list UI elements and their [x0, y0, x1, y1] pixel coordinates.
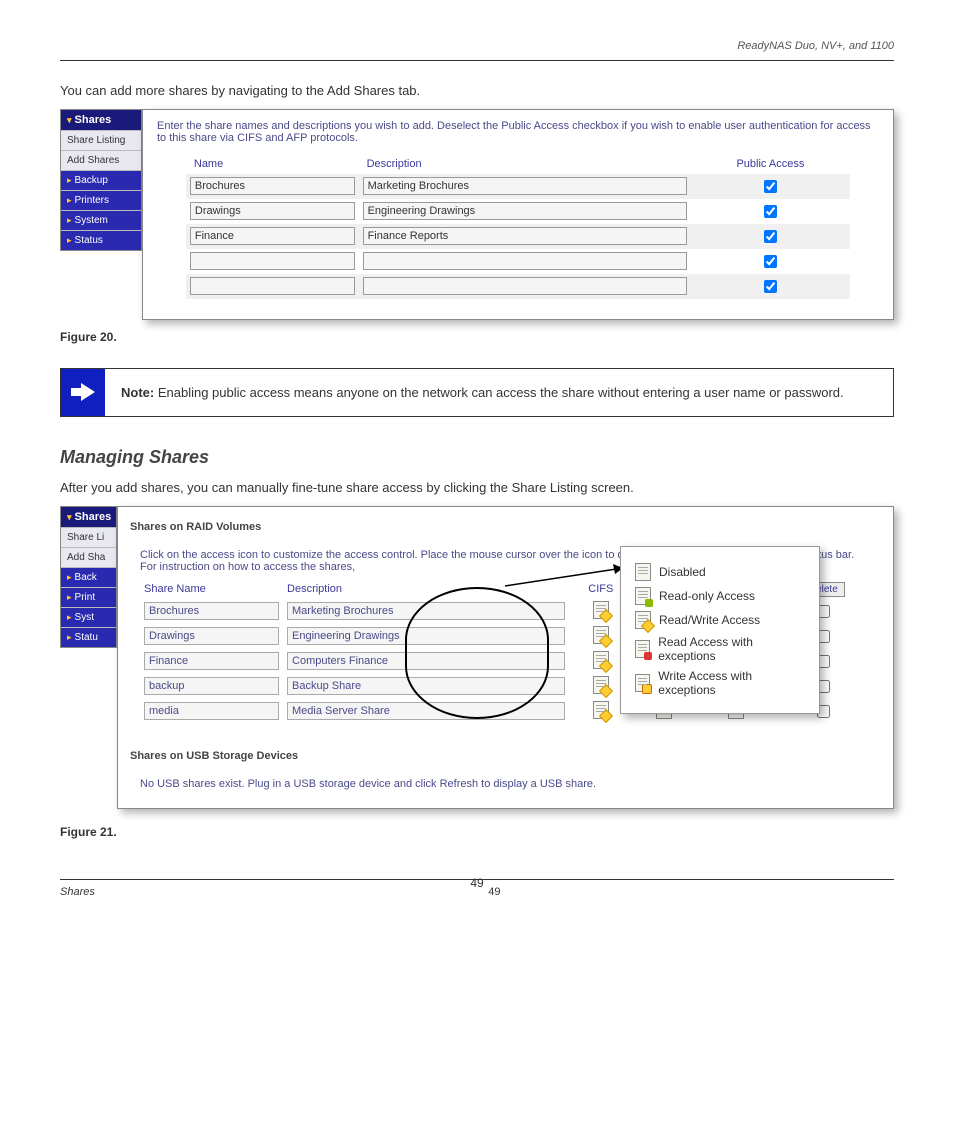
desc-input[interactable]: [363, 277, 687, 295]
footer-section: Shares: [60, 886, 95, 898]
note-arrow-icon: [61, 369, 105, 417]
add-row: [186, 249, 850, 274]
disabled-icon: [635, 563, 651, 581]
nav-head: ▾Shares: [61, 507, 116, 527]
add-shares-panel: Enter the share names and descriptions y…: [142, 109, 894, 320]
pub-checkbox[interactable]: [764, 180, 777, 193]
raid-section-title: Shares on RAID Volumes: [130, 521, 881, 533]
pub-checkbox[interactable]: [764, 205, 777, 218]
col-desc: Description: [359, 154, 691, 174]
header-rule: [60, 60, 894, 61]
nav-head: ▾Shares: [61, 110, 141, 130]
desc-input[interactable]: [363, 202, 687, 220]
pub-checkbox[interactable]: [764, 255, 777, 268]
page-number-center: 49: [60, 876, 894, 890]
desc-input[interactable]: [363, 252, 687, 270]
cifs-icon[interactable]: [593, 601, 609, 619]
running-header: ReadyNAS Duo, NV+, and 1100: [60, 40, 894, 52]
name-input[interactable]: [190, 177, 355, 195]
add-row: [186, 199, 850, 224]
nav-share-listing[interactable]: Share Li: [61, 527, 116, 547]
add-row: [186, 274, 850, 299]
add-row: [186, 174, 850, 199]
read-except-icon: [635, 640, 650, 658]
access-legend: Disabled Read-only Access Read/Write Acc…: [620, 546, 820, 714]
usb-section-title: Shares on USB Storage Devices: [130, 750, 881, 762]
readwrite-icon: [635, 611, 651, 629]
cifs-icon[interactable]: [593, 651, 609, 669]
desc-input[interactable]: [363, 227, 687, 245]
name-input[interactable]: [190, 227, 355, 245]
pub-checkbox[interactable]: [764, 230, 777, 243]
figure-21-label: Figure 21.: [60, 825, 894, 839]
cifs-icon[interactable]: [593, 676, 609, 694]
callout-arrow: [505, 566, 635, 596]
write-except-icon: [635, 674, 650, 692]
col-name: Name: [186, 154, 359, 174]
nav-backup[interactable]: ▸Backup: [61, 170, 141, 190]
nav-add-shares[interactable]: Add Sha: [61, 547, 116, 567]
nav-status[interactable]: ▸Status: [61, 230, 141, 250]
readonly-icon: [635, 587, 651, 605]
name-input[interactable]: [190, 202, 355, 220]
col-share-name: Share Name: [140, 579, 283, 599]
shares-nav-2: ▾Shares Share Li Add Sha ▸Back ▸Print ▸S…: [60, 506, 117, 648]
nav-status[interactable]: ▸Statu: [61, 627, 116, 647]
add-panel-help: Enter the share names and descriptions y…: [157, 120, 879, 144]
figure-20-label: Figure 20.: [60, 330, 894, 344]
desc-input[interactable]: [363, 177, 687, 195]
managing-shares-heading: Managing Shares: [60, 447, 894, 468]
cifs-icon[interactable]: [593, 701, 609, 719]
callout-circle: [405, 587, 549, 719]
intro-text: You can add more shares by navigating to…: [60, 81, 894, 101]
nav-system[interactable]: ▸Syst: [61, 607, 116, 627]
nav-add-shares[interactable]: Add Shares: [61, 150, 141, 170]
nav-system[interactable]: ▸System: [61, 210, 141, 230]
note-box: Note: Enabling public access means anyon…: [60, 368, 894, 418]
add-row: [186, 224, 850, 249]
cifs-icon[interactable]: [593, 626, 609, 644]
note-text: Note: Enabling public access means anyon…: [105, 369, 893, 417]
page-number: 49: [488, 886, 500, 898]
nav-backup[interactable]: ▸Back: [61, 567, 116, 587]
col-pub: Public Access: [691, 154, 850, 174]
managing-shares-text: After you add shares, you can manually f…: [60, 478, 894, 498]
nav-printers[interactable]: ▸Print: [61, 587, 116, 607]
nav-printers[interactable]: ▸Printers: [61, 190, 141, 210]
pub-checkbox[interactable]: [764, 280, 777, 293]
name-input[interactable]: [190, 277, 355, 295]
usb-text: No USB shares exist. Plug in a USB stora…: [130, 770, 881, 798]
name-input[interactable]: [190, 252, 355, 270]
nav-share-listing[interactable]: Share Listing: [61, 130, 141, 150]
shares-nav: ▾Shares Share Listing Add Shares ▸Backup…: [60, 109, 142, 251]
add-shares-table: Name Description Public Access: [186, 154, 850, 299]
